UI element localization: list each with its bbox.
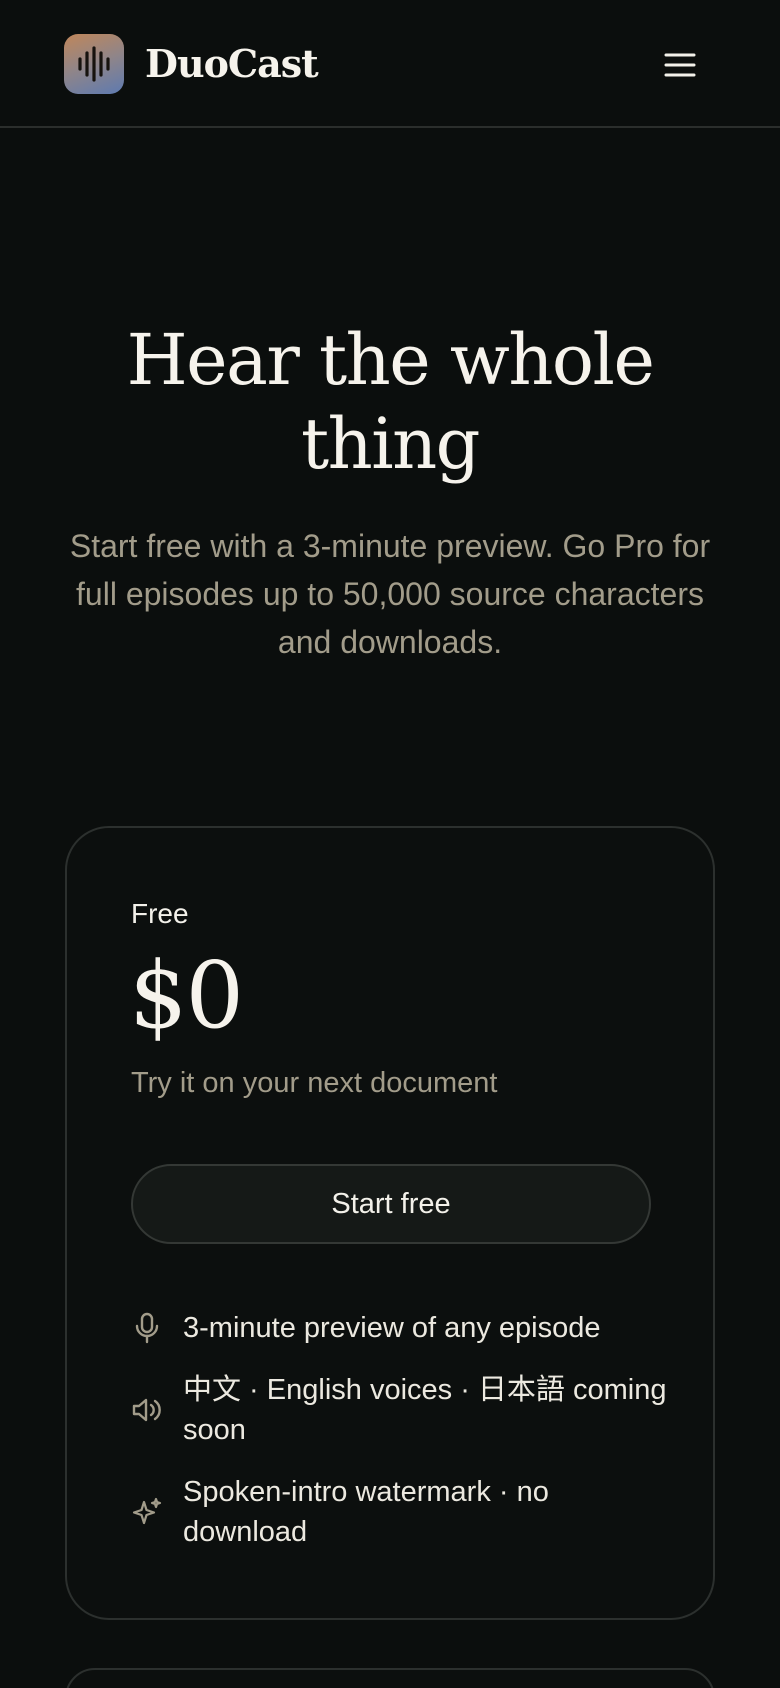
plan-card-next	[65, 1668, 715, 1688]
start-free-button[interactable]: Start free	[131, 1164, 651, 1244]
plan-price: $0	[129, 942, 244, 1049]
plan-card-free: Free $0 Try it on your next document Sta…	[65, 826, 715, 1620]
feature-text: Spoken-intro watermark · no download	[183, 1476, 549, 1548]
feature-item: Spoken-intro watermark · no download	[131, 1472, 671, 1552]
plan-tagline: Try it on your next document	[131, 1067, 498, 1099]
menu-button[interactable]	[652, 40, 708, 90]
feature-list: 3-minute preview of any episode 中文 · Eng…	[131, 1308, 671, 1574]
sparkle-icon	[131, 1496, 163, 1528]
microphone-icon	[131, 1312, 163, 1344]
feature-item: 3-minute preview of any episode	[131, 1308, 671, 1348]
waveform-icon[interactable]	[64, 34, 124, 94]
feature-text: 中文 · English voices · 日本語 coming soon	[183, 1374, 667, 1446]
plan-name: Free	[131, 898, 189, 929]
feature-item: 中文 · English voices · 日本語 coming soon	[131, 1370, 671, 1450]
feature-text: 3-minute preview of any episode	[183, 1312, 601, 1344]
speaker-icon	[131, 1394, 163, 1426]
brand-name[interactable]: DuoCast	[145, 36, 319, 92]
site-header: DuoCast	[0, 0, 780, 128]
hero-title: Hear the whole thing	[126, 319, 655, 485]
hamburger-menu-icon	[664, 53, 696, 77]
hero-subtitle: Start free with a 3-minute preview. Go P…	[69, 528, 711, 660]
